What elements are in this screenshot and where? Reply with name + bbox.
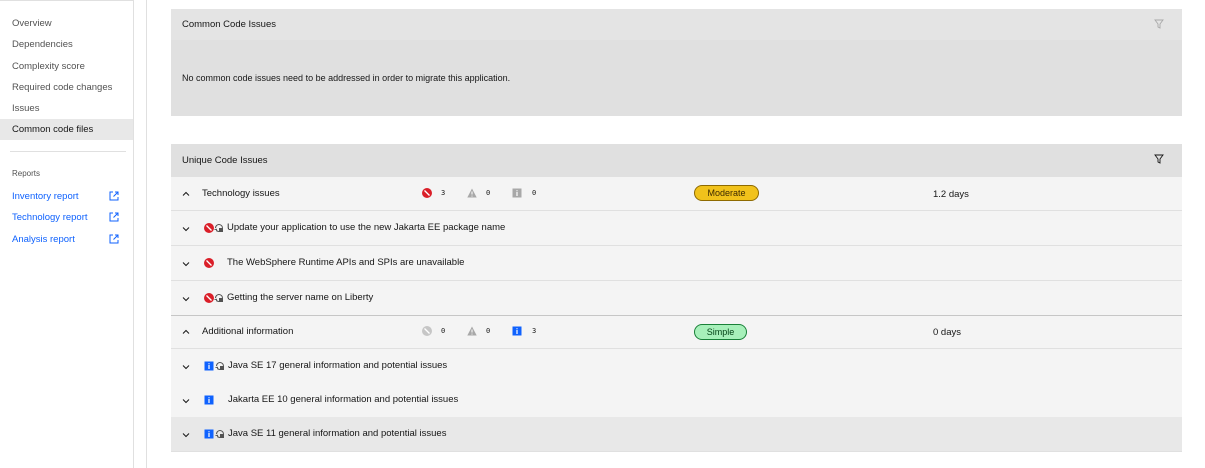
sidebar-divider	[10, 151, 126, 152]
group-row-technology-issues[interactable]: Technology issues 3 0 0 Moderate 1.2 day…	[171, 177, 1182, 211]
group-label: Additional information	[202, 326, 294, 337]
launch-icon	[109, 234, 119, 244]
info-icon	[204, 361, 214, 371]
group-row-additional-information[interactable]: Additional information 0 0 3 Simple 0 da…	[171, 315, 1182, 349]
critical-icon	[204, 258, 214, 268]
unique-code-issues-panel: Unique Code Issues Technology issues 3 0…	[171, 144, 1182, 452]
info-icon	[512, 326, 522, 336]
warning-icon	[467, 326, 477, 336]
sidebar-item-issues[interactable]: Issues	[0, 98, 133, 119]
filter-icon[interactable]	[1154, 19, 1164, 29]
info-icon	[512, 188, 522, 198]
chevron-down-icon[interactable]	[182, 397, 190, 405]
sidebar-item-common-code-files[interactable]: Common code files	[0, 119, 133, 140]
issue-row[interactable]: Getting the server name on Liberty	[171, 281, 1182, 316]
auto-fix-icon	[215, 430, 224, 439]
sidebar: Overview Dependencies Complexity score R…	[0, 0, 134, 468]
auto-fix-icon	[215, 362, 224, 371]
issue-row[interactable]: Jakarta EE 10 general information and po…	[171, 383, 1182, 418]
chevron-down-icon[interactable]	[182, 260, 190, 268]
complexity-tag: Moderate	[694, 185, 759, 201]
issue-row[interactable]: Java SE 17 general information and poten…	[171, 349, 1182, 384]
inventory-report-link[interactable]: Inventory report	[0, 186, 133, 207]
issue-label: The WebSphere Runtime APIs and SPIs are …	[227, 257, 465, 268]
sidebar-item-complexity-score[interactable]: Complexity score	[0, 56, 133, 77]
critical-icon	[204, 223, 214, 233]
warning-count: 0	[486, 189, 491, 197]
issue-label: Update your application to use the new J…	[227, 222, 506, 233]
chevron-up-icon[interactable]	[182, 328, 190, 336]
common-code-issues-title: Common Code Issues	[182, 19, 276, 30]
issue-label: Java SE 17 general information and poten…	[228, 360, 448, 371]
info-count: 0	[532, 189, 537, 197]
technology-report-link[interactable]: Technology report	[0, 207, 133, 228]
reports-heading: Reports	[12, 169, 41, 178]
issue-label: Jakarta EE 10 general information and po…	[228, 394, 459, 405]
common-code-issues-message: No common code issues need to be address…	[182, 73, 511, 83]
issue-label: Getting the server name on Liberty	[227, 292, 374, 303]
sidebar-gutter	[134, 0, 147, 468]
group-label: Technology issues	[202, 188, 280, 199]
critical-icon	[422, 326, 432, 336]
analysis-report-label: Analysis report	[12, 234, 75, 245]
critical-icon	[204, 293, 214, 303]
critical-count: 3	[441, 189, 446, 197]
inventory-report-label: Inventory report	[12, 191, 79, 202]
critical-count: 0	[441, 327, 446, 335]
issue-row[interactable]: Update your application to use the new J…	[171, 211, 1182, 246]
unique-code-issues-header: Unique Code Issues	[171, 144, 1182, 177]
unique-code-issues-title: Unique Code Issues	[182, 155, 268, 166]
warning-count: 0	[486, 327, 491, 335]
filter-icon[interactable]	[1154, 154, 1164, 164]
effort-value: 1.2 days	[933, 189, 969, 200]
issue-label: Java SE 11 general information and poten…	[228, 428, 447, 439]
info-icon	[204, 429, 214, 439]
chevron-down-icon[interactable]	[182, 295, 190, 303]
auto-fix-icon	[214, 294, 223, 303]
sidebar-item-dependencies[interactable]: Dependencies	[0, 34, 133, 55]
chevron-up-icon[interactable]	[182, 190, 190, 198]
complexity-tag: Simple	[694, 324, 747, 340]
issue-row[interactable]: Java SE 11 general information and poten…	[171, 417, 1182, 452]
issue-row[interactable]: The WebSphere Runtime APIs and SPIs are …	[171, 246, 1182, 281]
critical-icon	[422, 188, 432, 198]
launch-icon	[109, 212, 119, 222]
technology-report-label: Technology report	[12, 212, 88, 223]
analysis-report-link[interactable]: Analysis report	[0, 229, 133, 250]
launch-icon	[109, 191, 119, 201]
common-code-issues-header: Common Code Issues	[171, 9, 1182, 40]
chevron-down-icon[interactable]	[182, 431, 190, 439]
warning-icon	[467, 188, 477, 198]
auto-fix-icon	[214, 224, 223, 233]
common-code-issues-panel: Common Code Issues No common code issues…	[171, 9, 1182, 116]
sidebar-top-divider	[0, 0, 134, 1]
info-icon	[204, 395, 214, 405]
effort-value: 0 days	[933, 327, 961, 338]
sidebar-item-required-code-changes[interactable]: Required code changes	[0, 77, 133, 98]
chevron-down-icon[interactable]	[182, 225, 190, 233]
sidebar-item-overview[interactable]: Overview	[0, 13, 133, 34]
chevron-down-icon[interactable]	[182, 363, 190, 371]
info-count: 3	[532, 327, 537, 335]
